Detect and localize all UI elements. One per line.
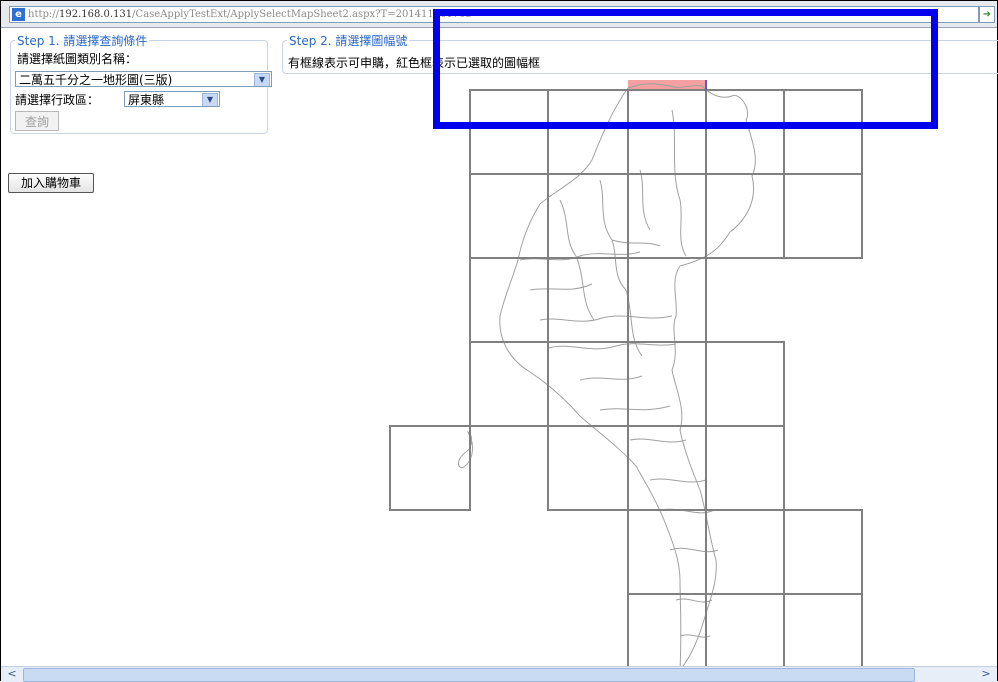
query-button[interactable]: 查詢: [15, 111, 59, 131]
address-host: 192.168.0.131: [59, 9, 133, 20]
scrollbar-thumb[interactable]: [23, 668, 915, 682]
address-path: /CaseApplyTestExt/ApplySelectMapSheet2.a…: [132, 9, 472, 20]
add-to-cart-button[interactable]: 加入購物車: [8, 173, 94, 193]
map-sheet-grid: [389, 80, 863, 670]
horizontal-scrollbar[interactable]: < >: [1, 666, 997, 682]
scroll-right-icon[interactable]: >: [978, 667, 994, 681]
step2-legend: Step 2. 請選擇圖幅號: [289, 34, 408, 48]
sheet-grid-lines: [389, 89, 863, 670]
district-select[interactable]: 屏東縣 ▼: [124, 91, 220, 107]
district-label: 請選擇行政區：: [15, 93, 100, 107]
go-icon[interactable]: ➜: [979, 6, 995, 23]
district-value: 屏東縣: [128, 93, 165, 107]
chevron-down-icon[interactable]: ▼: [254, 73, 270, 86]
scroll-left-icon[interactable]: <: [4, 667, 20, 681]
highlight-box: [433, 9, 938, 129]
address-prefix: http://: [28, 9, 59, 20]
sheet-type-label: 請選擇紙圖類別名稱：: [17, 52, 138, 66]
county-outline: [458, 83, 756, 670]
sheet-type-select[interactable]: 二萬五千分之一地形圖(三版) ▼: [15, 71, 272, 87]
sheet-type-value: 二萬五千分之一地形圖(三版): [19, 73, 173, 87]
ie-page-icon: e: [12, 8, 25, 21]
step1-legend: Step 1. 請選擇查詢條件: [17, 34, 148, 48]
chevron-down-icon[interactable]: ▼: [202, 93, 218, 106]
